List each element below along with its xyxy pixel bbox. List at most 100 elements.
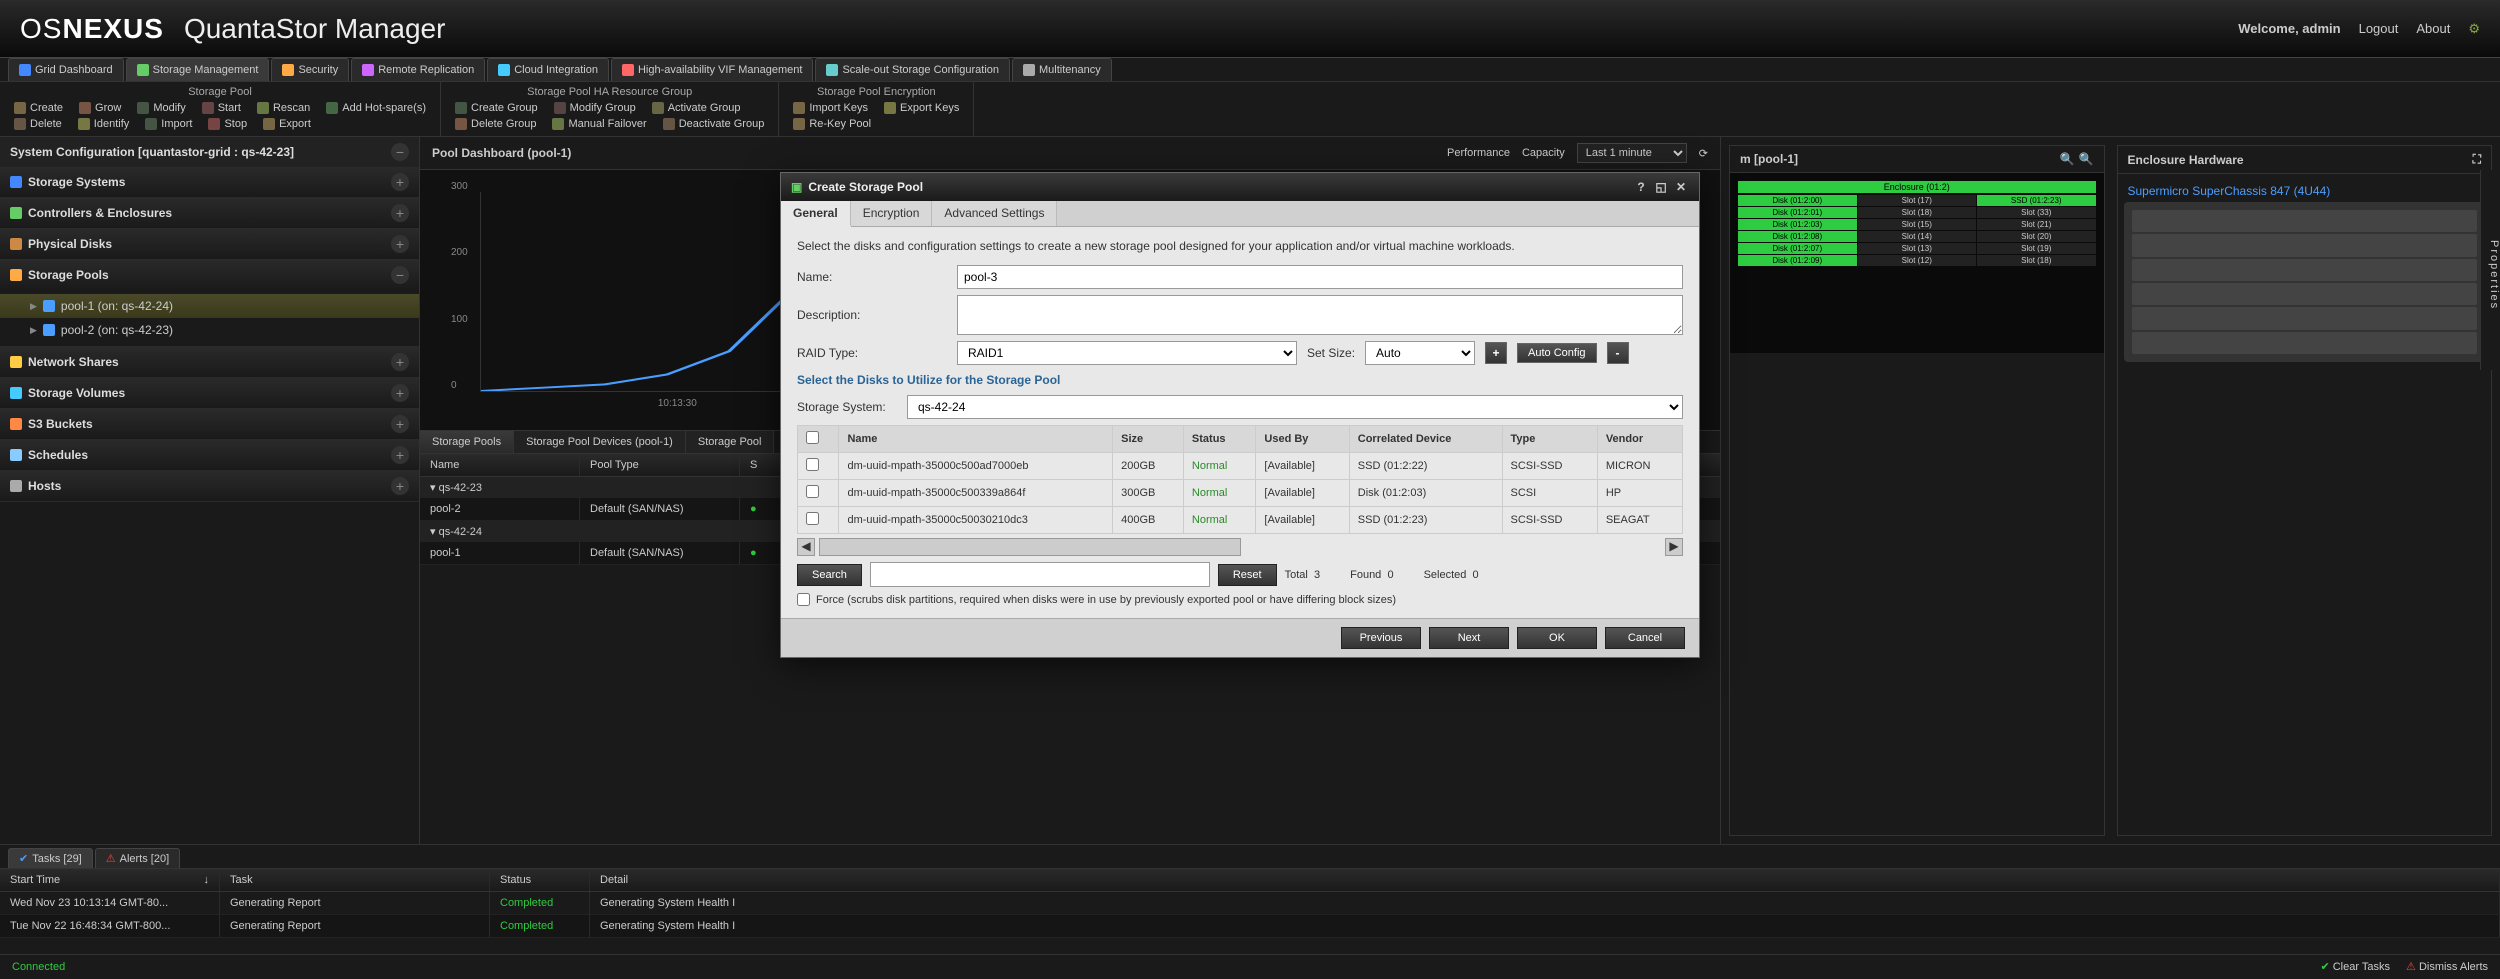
name-input[interactable] (957, 265, 1683, 289)
enclosure-diagram[interactable]: Enclosure (01:2) Disk (01:2:00)Slot (17)… (1730, 173, 2104, 353)
tab-security[interactable]: Security (271, 58, 349, 81)
tree-expand-icon[interactable]: ▶ (30, 301, 37, 312)
expand-icon[interactable]: + (391, 353, 409, 371)
expand-icon[interactable]: + (391, 204, 409, 222)
increment-button[interactable]: + (1485, 342, 1507, 364)
disk-slot[interactable]: Disk (01:2:07) (1738, 243, 1857, 254)
modal-tab-encryption[interactable]: Encryption (851, 201, 933, 226)
sidebar-section-physical-disks[interactable]: Physical Disks+ (0, 229, 419, 259)
col-pool-type[interactable]: Pool Type (580, 454, 740, 476)
reset-button[interactable]: Reset (1218, 564, 1277, 586)
disk-slot[interactable]: Disk (01:2:09) (1738, 255, 1857, 266)
re-key-pool-button[interactable]: Re-Key Pool (787, 116, 877, 132)
raid-type-select[interactable]: RAID1 (957, 341, 1297, 365)
disk-slot[interactable]: Slot (17) (1858, 195, 1977, 206)
export-button[interactable]: Export (257, 116, 317, 132)
tab-storage-management[interactable]: Storage Management (126, 58, 270, 81)
auto-config-button[interactable]: Auto Config (1517, 343, 1596, 363)
delete-group-button[interactable]: Delete Group (449, 116, 542, 132)
performance-link[interactable]: Performance (1447, 147, 1510, 159)
manual-failover-button[interactable]: Manual Failover (546, 116, 652, 132)
expand-icon[interactable]: + (391, 477, 409, 495)
expand-icon[interactable]: + (391, 446, 409, 464)
tab-remote-replication[interactable]: Remote Replication (351, 58, 485, 81)
col-start-time[interactable]: Start Time ↓ (0, 869, 220, 891)
logout-link[interactable]: Logout (2359, 21, 2399, 36)
col-detail[interactable]: Detail (590, 869, 2500, 891)
chassis-diagram[interactable] (2124, 202, 2486, 362)
close-icon[interactable]: ✕ (1673, 179, 1689, 195)
stop-button[interactable]: Stop (202, 116, 253, 132)
tree-expand-icon[interactable]: ▶ (30, 325, 37, 336)
disk-slot[interactable]: SSD (01:2:23) (1977, 195, 2096, 206)
grow-button[interactable]: Grow (73, 100, 127, 116)
next-button[interactable]: Next (1429, 627, 1509, 649)
set-size-select[interactable]: Auto (1365, 341, 1475, 365)
zoom-in-icon[interactable]: 🔍 (2060, 152, 2075, 166)
disk-slot[interactable]: Slot (21) (1977, 219, 2096, 230)
collapse-icon[interactable]: − (391, 143, 409, 161)
tab-multitenancy[interactable]: Multitenancy (1012, 58, 1112, 81)
disk-checkbox[interactable] (806, 512, 819, 525)
horizontal-scrollbar[interactable]: ◀▶ (797, 538, 1683, 556)
activate-group-button[interactable]: Activate Group (646, 100, 747, 116)
disk-col-2[interactable]: Size (1113, 426, 1184, 453)
disk-row[interactable]: dm-uuid-mpath-35000c50030210dc3400GBNorm… (798, 507, 1683, 534)
grid-tab-2[interactable]: Storage Pool (686, 431, 775, 453)
modal-tab-advanced-settings[interactable]: Advanced Settings (932, 201, 1057, 226)
expand-icon[interactable]: + (391, 384, 409, 402)
disk-row[interactable]: dm-uuid-mpath-35000c500ad7000eb200GBNorm… (798, 453, 1683, 480)
expand-icon[interactable]: + (391, 173, 409, 191)
disk-slot[interactable]: Disk (01:2:00) (1738, 195, 1857, 206)
start-button[interactable]: Start (196, 100, 247, 116)
search-button[interactable]: Search (797, 564, 862, 586)
grid-tab-0[interactable]: Storage Pools (420, 431, 514, 453)
export-keys-button[interactable]: Export Keys (878, 100, 965, 116)
modal-tab-general[interactable]: General (781, 201, 851, 227)
sidebar-section-hosts[interactable]: Hosts+ (0, 471, 419, 501)
task-row[interactable]: Wed Nov 23 10:13:14 GMT-80...Generating … (0, 892, 2500, 915)
bottom-tab-0[interactable]: ✔ Tasks [29] (8, 848, 93, 868)
deactivate-group-button[interactable]: Deactivate Group (657, 116, 771, 132)
sidebar-section-network-shares[interactable]: Network Shares+ (0, 347, 419, 377)
zoom-out-icon[interactable]: 🔍 (2079, 152, 2094, 166)
expand-icon[interactable]: − (391, 266, 409, 284)
sidebar-section-schedules[interactable]: Schedules+ (0, 440, 419, 470)
col-status[interactable]: Status (490, 869, 590, 891)
force-checkbox[interactable] (797, 593, 810, 606)
maximize-icon[interactable]: ◱ (1653, 179, 1669, 195)
sidebar-item-pool-2[interactable]: ▶pool-2 (on: qs-42-23) (0, 318, 419, 342)
col-name[interactable]: Name (420, 454, 580, 476)
disk-col-0[interactable] (798, 426, 839, 453)
create-group-button[interactable]: Create Group (449, 100, 544, 116)
delete-button[interactable]: Delete (8, 116, 68, 132)
sidebar-item-pool-1[interactable]: ▶pool-1 (on: qs-42-24) (0, 294, 419, 318)
disk-slot[interactable]: Slot (14) (1858, 231, 1977, 242)
ok-button[interactable]: OK (1517, 627, 1597, 649)
clear-tasks-link[interactable]: ✔ Clear Tasks (2320, 960, 2390, 973)
previous-button[interactable]: Previous (1341, 627, 1421, 649)
modify-button[interactable]: Modify (131, 100, 191, 116)
disk-slot[interactable]: Slot (33) (1977, 207, 2096, 218)
tab-scale-out-storage-configuration[interactable]: Scale-out Storage Configuration (815, 58, 1010, 81)
import-button[interactable]: Import (139, 116, 198, 132)
disk-slot[interactable]: Disk (01:2:03) (1738, 219, 1857, 230)
tab-grid-dashboard[interactable]: Grid Dashboard (8, 58, 124, 81)
sidebar-section-storage-pools[interactable]: Storage Pools− (0, 260, 419, 290)
disk-slot[interactable]: Slot (20) (1977, 231, 2096, 242)
identify-button[interactable]: Identify (72, 116, 135, 132)
refresh-icon[interactable]: ⟳ (1699, 147, 1708, 160)
disk-col-4[interactable]: Used By (1256, 426, 1349, 453)
bottom-tab-1[interactable]: ⚠ Alerts [20] (95, 848, 180, 868)
storage-system-select[interactable]: qs-42-24 (907, 395, 1683, 419)
disk-checkbox[interactable] (806, 485, 819, 498)
disk-col-5[interactable]: Correlated Device (1349, 426, 1502, 453)
disk-slot[interactable]: Slot (19) (1977, 243, 2096, 254)
disk-col-1[interactable]: Name (839, 426, 1113, 453)
properties-panel-collapsed[interactable]: Properties (2480, 170, 2500, 370)
disk-checkbox[interactable] (806, 458, 819, 471)
disk-slot[interactable]: Slot (18) (1858, 207, 1977, 218)
settings-icon[interactable]: ⚙ (2468, 21, 2480, 37)
disk-col-3[interactable]: Status (1183, 426, 1255, 453)
tab-cloud-integration[interactable]: Cloud Integration (487, 58, 609, 81)
